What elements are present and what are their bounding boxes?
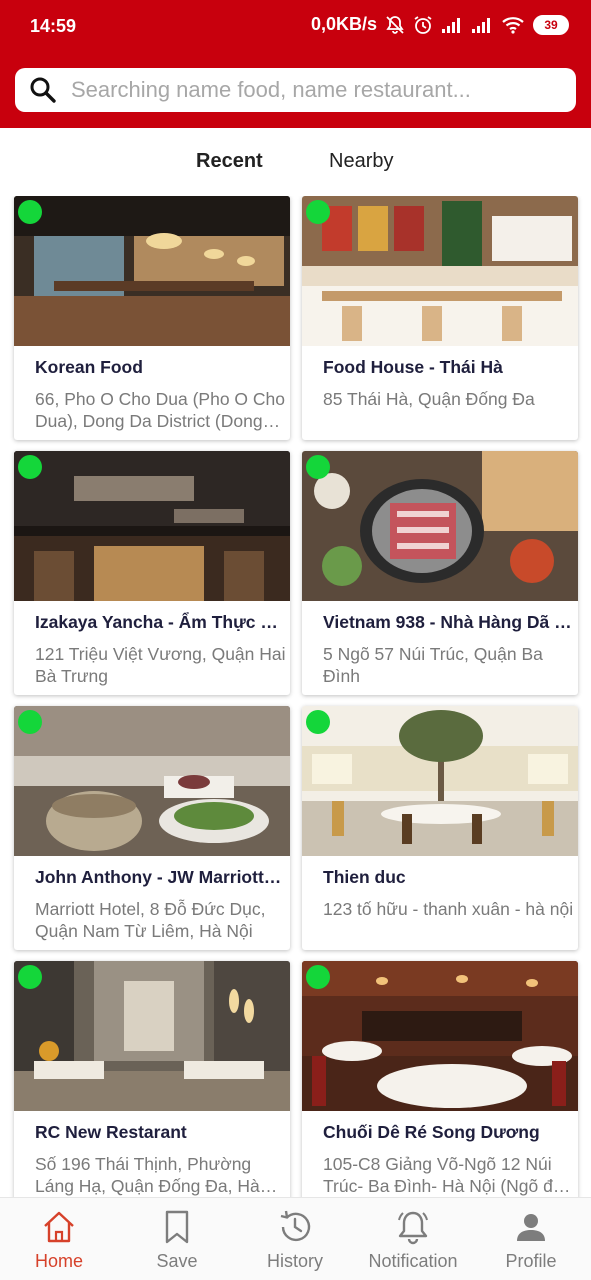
restaurant-name: Vietnam 938 - Nhà Hàng Dã Sơn [323,612,573,632]
online-status-dot [306,710,330,734]
nav-profile[interactable]: Profile [494,1198,568,1280]
restaurant-name: Food House - Thái Hà [323,357,503,377]
bookmark-icon [165,1210,189,1244]
alarm-icon [413,15,433,35]
search-icon [30,77,56,103]
restaurant-address: 66, Pho O Cho Dua (Pho O Cho Dua), Dong … [35,389,285,431]
bell-icon [398,1211,428,1245]
muted-bell-icon [385,15,405,35]
nav-label-notification: Notification [368,1251,458,1271]
nav-label-profile: Profile [505,1251,557,1271]
restaurant-card[interactable]: Thien duc 123 tố hữu - thanh xuân - hà n… [302,706,578,950]
restaurant-address: 121 Triệu Việt Vương, Quận Hai Bà Trưng [35,644,286,686]
nav-history[interactable]: History [258,1198,332,1280]
online-status-dot [18,965,42,989]
restaurant-name: John Anthony - JW Marriott Hotel [35,867,285,887]
restaurant-card[interactable]: Vietnam 938 - Nhà Hàng Dã Sơn 5 Ngõ 57 N… [302,451,578,695]
battery-icon: 39 [533,14,569,35]
restaurant-card[interactable]: Korean Food 66, Pho O Cho Dua (Pho O Cho… [14,196,290,440]
signal-icon [441,16,463,34]
restaurant-address: 105-C8 Giảng Võ-Ngõ 12 Núi Trúc- Ba Đình… [323,1154,567,1196]
online-status-dot [306,200,330,224]
tab-recent[interactable]: Recent [196,150,263,178]
online-status-dot [18,710,42,734]
network-speed: 0,0KB/s [310,14,377,34]
status-time: 14:59 [30,16,77,36]
restaurant-photo [302,961,578,1111]
status-icons: 0,0KB/s 39 [311,14,569,35]
restaurant-address: Số 196 Thái Thịnh, Phường Láng Hạ, Quận … [35,1154,260,1196]
nav-label-save: Save [156,1251,198,1271]
restaurant-name: Thien duc [323,867,406,887]
restaurant-photo [302,706,578,856]
restaurant-card[interactable]: John Anthony - JW Marriott Hotel Marriot… [14,706,290,950]
restaurant-grid: Korean Food 66, Pho O Cho Dua (Pho O Cho… [0,196,591,1197]
restaurant-card[interactable]: Izakaya Yancha - Ẩm Thực Nhật Bản 121 Tr… [14,451,290,695]
tab-nearby[interactable]: Nearby [329,150,393,178]
nav-label-home: Home [34,1251,83,1271]
restaurant-photo [302,451,578,601]
wifi-icon [501,16,525,34]
restaurant-name: RC New Restarant [35,1122,187,1142]
restaurant-address: 5 Ngõ 57 Núi Trúc, Quận Ba Đình [323,644,543,686]
history-icon [280,1210,311,1242]
signal-icon-2 [471,16,493,34]
restaurant-address: Marriott Hotel, 8 Đỗ Đức Dục, Quận Nam T… [35,899,266,941]
restaurant-address: 85 Thái Hà, Quận Đống Đa [323,389,535,409]
search-bar[interactable] [15,68,576,112]
search-input[interactable] [71,74,561,106]
nav-save[interactable]: Save [140,1198,214,1280]
restaurant-card[interactable]: Food House - Thái Hà 85 Thái Hà, Quận Đố… [302,196,578,440]
online-status-dot [306,965,330,989]
restaurant-photo [14,196,290,346]
status-bar: 14:59 0,0KB/s 39 [0,0,591,54]
restaurant-name: Korean Food [35,357,143,377]
online-status-dot [18,455,42,479]
profile-icon [517,1214,545,1241]
restaurant-photo [14,451,290,601]
bottom-navigation: Home Save History Notification Profile [0,1197,591,1280]
online-status-dot [306,455,330,479]
nav-notification[interactable]: Notification [364,1198,462,1280]
restaurant-name: Izakaya Yancha - Ẩm Thực Nhật Bản [35,612,285,632]
restaurant-photo [14,706,290,856]
restaurant-address: 123 tố hữu - thanh xuân - hà nội [323,899,574,919]
restaurant-card[interactable]: RC New Restarant Số 196 Thái Thịnh, Phườ… [14,961,290,1197]
app-header: 14:59 0,0KB/s 39 [0,0,591,128]
online-status-dot [18,200,42,224]
nav-home[interactable]: Home [22,1198,96,1280]
restaurant-photo [302,196,578,346]
restaurant-card[interactable]: Chuối Dê Ré Song Dương 105-C8 Giảng Võ-N… [302,961,578,1197]
restaurant-photo [14,961,290,1111]
nav-label-history: History [266,1251,323,1271]
restaurant-name: Chuối Dê Ré Song Dương [323,1122,540,1142]
home-icon [44,1211,74,1243]
